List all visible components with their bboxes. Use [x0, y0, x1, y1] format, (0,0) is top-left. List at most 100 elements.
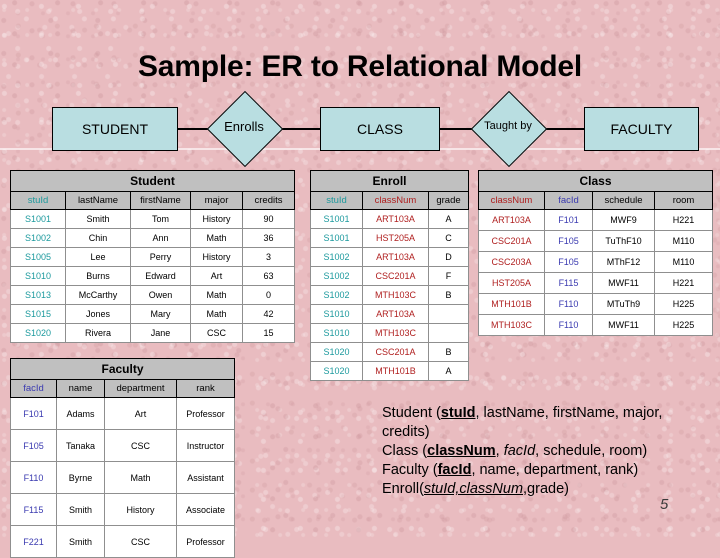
schema-line: Class (classNum, facId, schedule, room)	[382, 442, 712, 461]
table-header-row-student: stuId lastName firstName major credits	[10, 191, 296, 210]
table-cell: CSC201A	[362, 266, 429, 286]
table-cell: Mary	[130, 304, 191, 324]
table-cell: H221	[653, 272, 714, 294]
table-cell: F221	[10, 525, 57, 558]
table-cell: F101	[10, 397, 57, 430]
table-cell: 90	[241, 209, 296, 229]
table-cell	[427, 323, 470, 343]
table-cell: ART103A	[478, 209, 545, 231]
table-row: S1010 Burns Edward Art 63	[10, 266, 296, 286]
schema-foreign-key: facId	[503, 443, 536, 459]
schema-primary-key: classNum	[427, 443, 496, 459]
table-cell: H221	[653, 209, 714, 231]
table-cell: MWF9	[592, 209, 655, 231]
table-cell: TuThF10	[592, 230, 655, 252]
slide-canvas: Sample: ER to Relational Model STUDENT E…	[0, 0, 720, 558]
table-cell: Smith	[56, 525, 105, 558]
table-cell: Smith	[65, 209, 131, 229]
table-row: HST205A F115 MWF11 H221	[478, 272, 714, 294]
column-header-faculty-department: department	[104, 379, 177, 398]
table-cell: F105	[544, 230, 593, 252]
er-entity-class-label: CLASS	[357, 121, 403, 137]
schema-relation-name: Enroll(	[382, 481, 424, 497]
er-entity-class[interactable]: CLASS	[320, 107, 440, 151]
column-header-class-facid: facId	[544, 191, 593, 210]
table-row: MTH101B F110 MTuTh9 H225	[478, 293, 714, 315]
table-cell: S1010	[10, 266, 66, 286]
er-entity-student[interactable]: STUDENT	[52, 107, 178, 151]
table-cell: M110	[653, 230, 714, 252]
table-cell: CSC201A	[362, 342, 429, 362]
table-cell: HST205A	[362, 228, 429, 248]
table-cell: 63	[241, 266, 296, 286]
table-cell: McCarthy	[65, 285, 131, 305]
table-cell: MTH103C	[478, 314, 545, 336]
table-cell: F105	[10, 429, 57, 462]
table-row: S1020 CSC201A B	[310, 342, 470, 362]
table-header-row-enroll: stuId classNum grade	[310, 191, 470, 210]
table-cell: ART103A	[362, 247, 429, 267]
table-cell: MTH101B	[478, 293, 545, 315]
table-cell: Edward	[130, 266, 191, 286]
table-cell: CSC	[190, 323, 243, 343]
table-row: S1001 ART103A A	[310, 209, 470, 229]
table-cell: History	[190, 209, 243, 229]
table-cell: MThF12	[592, 251, 655, 273]
table-header-row-faculty: facId name department rank	[10, 379, 236, 398]
table-cell	[427, 304, 470, 324]
relational-schema-text: Student (stuId, lastName, firstName, maj…	[382, 404, 712, 499]
schema-primary-key: stuId,classNum	[423, 481, 524, 497]
table-row: F101 Adams Art Professor	[10, 397, 236, 430]
schema-line: Student (stuId, lastName, firstName, maj…	[382, 404, 712, 442]
column-header-enroll-grade: grade	[427, 191, 470, 210]
table-cell: Perry	[130, 247, 191, 267]
table-cell: D	[427, 247, 470, 267]
table-cell: B	[427, 285, 470, 305]
table-row: S1010 MTH103C	[310, 323, 470, 343]
table-cell: Tanaka	[56, 429, 105, 462]
table-body-enroll: S1001 ART103A A S1001 HST205A C S1002 ART103A D S…	[310, 209, 470, 381]
table-cell: S1010	[310, 323, 363, 343]
table-header-row-class: classNum facId schedule room	[478, 191, 714, 210]
table-cell: Lee	[65, 247, 131, 267]
column-header-student-firstname: firstName	[130, 191, 191, 210]
table-row: S1013 McCarthy Owen Math 0	[10, 285, 296, 305]
column-header-student-credits: credits	[241, 191, 296, 210]
table-cell: S1002	[10, 228, 66, 248]
table-caption-faculty: Faculty	[9, 358, 236, 380]
column-header-faculty-rank: rank	[175, 379, 236, 398]
er-entity-student-label: STUDENT	[81, 121, 149, 137]
table-caption-class: Class	[477, 170, 714, 192]
table-body-class: ART103A F101 MWF9 H221 CSC201A F105 TuThF10 M11…	[478, 209, 714, 336]
relation-table-enroll: Enroll stuId classNum grade S1001 ART103A A S…	[309, 170, 470, 381]
er-relationship-taughtby-label: Taught by	[484, 120, 532, 132]
table-row: F115 Smith History Associate	[10, 493, 236, 526]
column-header-student-stuid: stuId	[10, 191, 66, 210]
column-header-student-lastname: lastName	[65, 191, 131, 210]
table-cell: Professor	[175, 397, 236, 430]
table-caption-student: Student	[9, 170, 296, 192]
table-row: F105 Tanaka CSC Instructor	[10, 429, 236, 462]
table-cell: Byrne	[56, 461, 105, 494]
table-row: ART103A F101 MWF9 H221	[478, 209, 714, 231]
er-entity-faculty[interactable]: FACULTY	[584, 107, 699, 151]
schema-line: Faculty (facId, name, department, rank)	[382, 461, 712, 480]
table-row: F110 Byrne Math Assistant	[10, 461, 236, 494]
table-cell: S1002	[310, 266, 363, 286]
relation-table-student: Student stuId lastName firstName major credi…	[9, 170, 296, 343]
table-cell: S1020	[310, 361, 363, 381]
column-header-class-schedule: schedule	[592, 191, 655, 210]
table-cell: S1020	[10, 323, 66, 343]
table-row: S1010 ART103A	[310, 304, 470, 324]
column-header-class-classnum: classNum	[478, 191, 545, 210]
table-cell: CSC203A	[478, 251, 545, 273]
table-row: S1005 Lee Perry History 3	[10, 247, 296, 267]
column-header-enroll-stuid: stuId	[310, 191, 363, 210]
table-cell: F	[427, 266, 470, 286]
table-cell: MWF11	[592, 314, 655, 336]
table-row: S1002 Chin Ann Math 36	[10, 228, 296, 248]
column-header-enroll-classnum: classNum	[362, 191, 429, 210]
table-body-faculty: F101 Adams Art Professor F105 Tanaka CSC Instru…	[10, 397, 236, 558]
table-cell: MTuTh9	[592, 293, 655, 315]
table-cell: F110	[544, 293, 593, 315]
